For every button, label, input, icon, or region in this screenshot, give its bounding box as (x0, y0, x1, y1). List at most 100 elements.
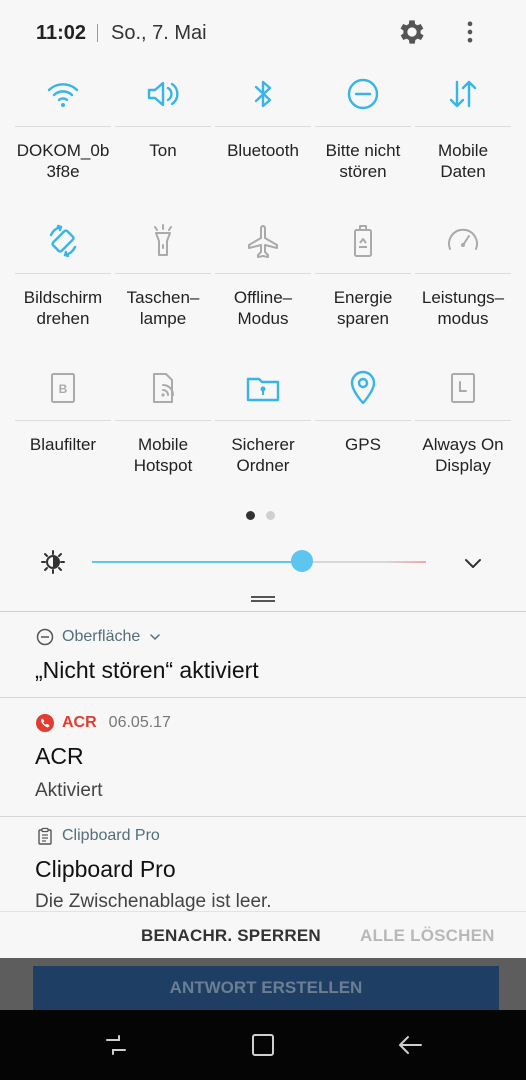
tile-label: Offline– Modus (233, 288, 293, 328)
notification-date: 06.05.17 (108, 714, 171, 731)
tile-label: Taschen– lampe (126, 288, 200, 328)
tile-label: Bildschirm drehen (23, 288, 103, 328)
page-dot-inactive[interactable] (266, 511, 275, 520)
tile-label: Bitte nicht stören (325, 141, 401, 181)
brightness-slider[interactable] (92, 550, 426, 572)
slider-thumb[interactable] (291, 550, 313, 572)
brightness-icon (41, 550, 65, 574)
tile-power-saving[interactable]: Energie sparen (313, 209, 413, 356)
notification-body: Aktiviert (35, 780, 103, 801)
tile-label: Blaufilter (29, 435, 97, 454)
more-options-icon[interactable] (456, 16, 484, 48)
notification-header: ACR 06.05.17 (36, 712, 171, 734)
notification-app-name: Oberfläche (62, 628, 141, 645)
chevron-down-icon[interactable] (148, 630, 162, 644)
separator (97, 24, 98, 42)
tile-label: Energie sparen (333, 288, 393, 328)
tile-divider (315, 126, 411, 127)
battery-saver-icon (354, 225, 372, 257)
tile-do-not-disturb[interactable]: Bitte nicht stören (313, 62, 413, 209)
svg-text:B: B (59, 382, 68, 396)
tile-label: Mobile Hotspot (133, 435, 193, 475)
background-app: ANTWORT ERSTELLEN (0, 958, 526, 1010)
tile-divider (415, 273, 511, 274)
page-dot-active[interactable] (246, 511, 255, 520)
tile-blue-light-filter[interactable]: B Blaufilter (13, 356, 113, 503)
recent-apps-icon[interactable] (103, 1032, 129, 1058)
tile-label: Leistungs– modus (421, 288, 505, 328)
notification-title: Clipboard Pro (35, 856, 176, 882)
tile-divider (215, 420, 311, 421)
do-not-disturb-icon (36, 628, 54, 646)
clear-all-button[interactable]: ALLE LÖSCHEN (360, 926, 495, 946)
notification-app-name: ACR (62, 714, 97, 731)
location-icon (350, 370, 376, 405)
notification-app-name: Clipboard Pro (62, 827, 160, 844)
tile-divider (15, 420, 111, 421)
tile-divider (15, 273, 111, 274)
panel-drag-handle[interactable] (251, 596, 275, 602)
reply-button: ANTWORT ERSTELLEN (33, 966, 499, 1010)
do-not-disturb-icon (347, 78, 379, 110)
tile-flashlight[interactable]: Taschen– lampe (113, 209, 213, 356)
tile-divider (315, 420, 411, 421)
bluetooth-icon (254, 80, 272, 108)
wifi-icon (47, 83, 79, 107)
tile-divider (215, 273, 311, 274)
tile-divider (315, 273, 411, 274)
tile-label: GPS (345, 435, 381, 454)
quick-settings-panel: 11:02 So., 7. Mai DOKOM_0b 3f8e Ton Blue… (0, 0, 526, 612)
slider-warm-end (386, 561, 426, 563)
tile-mobile-data[interactable]: Mobile Daten (413, 62, 513, 209)
tile-performance-mode[interactable]: Leistungs– modus (413, 209, 513, 356)
tile-divider (115, 273, 211, 274)
tile-secure-folder[interactable]: Sicherer Ordner (213, 356, 313, 503)
volume-icon (147, 81, 179, 107)
notification-title: ACR (35, 743, 84, 769)
block-notifications-button[interactable]: BENACHR. SPERREN (141, 926, 321, 946)
auto-rotate-icon (49, 224, 77, 258)
blue-light-filter-icon: B (51, 373, 75, 403)
call-recorder-icon (36, 714, 54, 732)
notification-title: „Nicht stören“ aktiviert (35, 657, 259, 683)
chevron-down-icon[interactable] (460, 550, 486, 576)
tile-auto-rotate[interactable]: Bildschirm drehen (13, 209, 113, 356)
tile-label: DOKOM_0b 3f8e (16, 141, 110, 181)
notification-body: Die Zwischenablage ist leer. (35, 891, 272, 911)
notification-acr[interactable]: ACR 06.05.17 ACR Aktiviert (0, 698, 526, 817)
navigation-bar (0, 1010, 526, 1080)
tile-divider (415, 420, 511, 421)
tile-divider (15, 126, 111, 127)
tile-wifi[interactable]: DOKOM_0b 3f8e (13, 62, 113, 209)
gear-icon[interactable] (396, 16, 428, 48)
back-icon[interactable] (397, 1032, 423, 1058)
tile-label: Mobile Daten (437, 141, 489, 181)
tile-always-on-display[interactable]: Always On Display (413, 356, 513, 503)
tile-label: Always On Display (422, 435, 504, 475)
clipboard-icon (38, 827, 52, 845)
notification-actions: BENACHR. SPERREN ALLE LÖSCHEN (0, 911, 526, 958)
notification-dnd[interactable]: Oberfläche „Nicht stören“ aktiviert (0, 612, 526, 698)
tile-bluetooth[interactable]: Bluetooth (213, 62, 313, 209)
tile-airplane-mode[interactable]: Offline– Modus (213, 209, 313, 356)
date: So., 7. Mai (111, 22, 207, 44)
clock: 11:02 (36, 22, 87, 44)
hotspot-icon (153, 373, 174, 403)
home-icon[interactable] (250, 1032, 276, 1058)
tile-gps[interactable]: GPS (313, 356, 413, 503)
flashlight-icon (154, 224, 172, 256)
tile-divider (115, 126, 211, 127)
tile-label: Ton (149, 141, 177, 160)
slider-fill (92, 561, 302, 563)
secure-folder-icon (246, 377, 280, 402)
notification-header: Clipboard Pro (36, 825, 160, 847)
notification-header: Oberfläche (36, 626, 162, 648)
tile-label: Sicherer Ordner (231, 435, 295, 475)
status-bar: 11:02 So., 7. Mai (0, 0, 526, 64)
notification-clipboard-pro[interactable]: Clipboard Pro Clipboard Pro Die Zwischen… (0, 817, 526, 911)
tile-mobile-hotspot[interactable]: Mobile Hotspot (113, 356, 213, 503)
tile-sound[interactable]: Ton (113, 62, 213, 209)
tile-label: Bluetooth (227, 141, 299, 160)
tile-divider (415, 126, 511, 127)
tile-divider (115, 420, 211, 421)
